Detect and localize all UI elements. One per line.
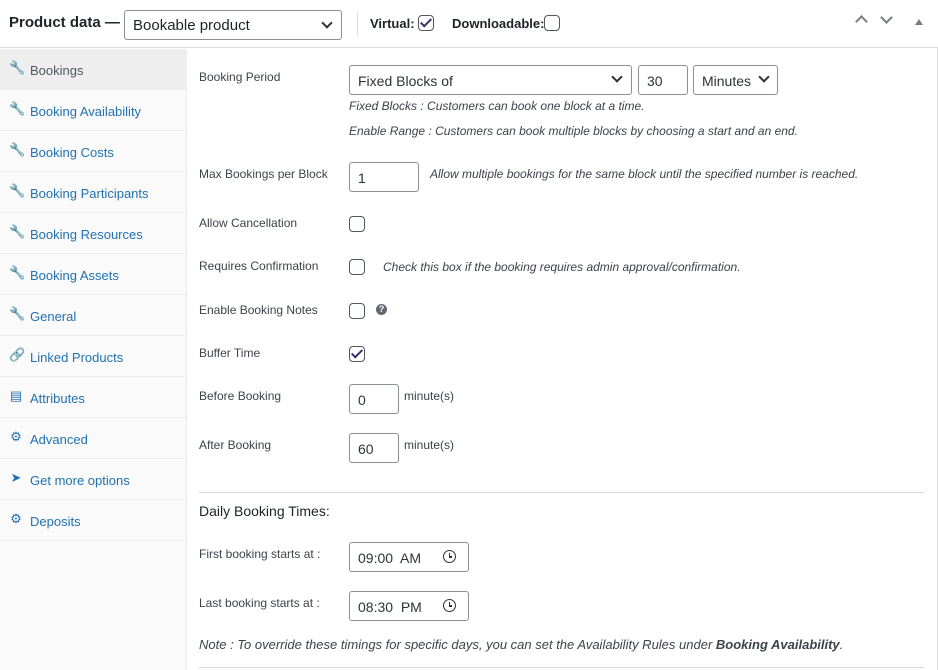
note-emphasis: Booking Availability bbox=[715, 637, 840, 652]
downloadable-checkbox[interactable] bbox=[544, 15, 560, 31]
max-bookings-description: Allow multiple bookings for the same blo… bbox=[430, 167, 859, 181]
booking-period-type-value: Fixed Blocks of bbox=[358, 73, 453, 89]
tab-general[interactable]: 🔧 General bbox=[0, 295, 186, 336]
gear-icon: ⚙ bbox=[10, 511, 22, 526]
booking-period-label: Booking Period bbox=[199, 70, 281, 84]
booking-period-description-range: Enable Range : Customers can book multip… bbox=[349, 124, 798, 138]
allow-cancellation-label: Allow Cancellation bbox=[199, 216, 298, 230]
chevron-down-icon bbox=[611, 71, 623, 83]
wrench-icon: 🔧 bbox=[9, 306, 26, 321]
tab-booking-costs[interactable]: 🔧 Booking Costs bbox=[0, 131, 186, 172]
requires-confirmation-label: Requires Confirmation bbox=[199, 259, 319, 273]
tab-label: General bbox=[30, 309, 77, 324]
tab-label: Booking Participants bbox=[30, 186, 149, 201]
enable-booking-notes-checkbox[interactable] bbox=[349, 303, 365, 319]
last-booking-label: Last booking starts at : bbox=[199, 596, 320, 610]
gear-icon: ⚙ bbox=[10, 429, 22, 444]
before-booking-unit: minute(s) bbox=[404, 389, 455, 403]
first-booking-label: First booking starts at : bbox=[199, 547, 321, 561]
tab-label: Booking Resources bbox=[30, 227, 143, 242]
clock-icon[interactable] bbox=[443, 550, 456, 563]
before-booking-label: Before Booking bbox=[199, 389, 282, 403]
product-type-value: Bookable product bbox=[133, 17, 250, 34]
tab-booking-resources[interactable]: 🔧 Booking Resources bbox=[0, 213, 186, 254]
after-booking-input[interactable]: 60 bbox=[349, 433, 399, 463]
wrench-icon: 🔧 bbox=[9, 60, 26, 75]
help-icon[interactable]: ? bbox=[376, 304, 387, 315]
move-up-icon[interactable] bbox=[855, 15, 868, 28]
move-down-icon[interactable] bbox=[880, 11, 893, 24]
first-booking-time-value: 09:00 AM bbox=[358, 550, 422, 566]
tab-label: Deposits bbox=[30, 514, 81, 529]
clock-icon[interactable] bbox=[443, 599, 456, 612]
first-booking-time-input[interactable]: 09:00 AM bbox=[349, 542, 469, 572]
note-suffix: . bbox=[839, 637, 844, 652]
list-icon: ▤ bbox=[9, 388, 23, 403]
allow-cancellation-checkbox[interactable] bbox=[349, 216, 365, 232]
tab-label: Booking Availability bbox=[30, 104, 142, 119]
tab-label: Attributes bbox=[30, 391, 85, 406]
max-bookings-label: Max Bookings per Block bbox=[199, 167, 328, 181]
booking-period-type-select[interactable]: Fixed Blocks of bbox=[349, 65, 632, 95]
chevron-down-icon bbox=[321, 17, 333, 29]
booking-period-description-fixed: Fixed Blocks : Customers can book one bl… bbox=[349, 99, 645, 113]
wrench-icon: 🔧 bbox=[9, 265, 26, 280]
product-data-title: Product data — bbox=[9, 14, 120, 31]
link-icon: 🔗 bbox=[9, 347, 26, 362]
tab-linked-products[interactable]: 🔗 Linked Products bbox=[0, 336, 186, 377]
toggle-panel-icon[interactable] bbox=[915, 19, 923, 25]
tab-label: Get more options bbox=[30, 473, 130, 488]
last-booking-time-input[interactable]: 08:30 PM bbox=[349, 591, 469, 621]
wrench-icon: 🔧 bbox=[9, 101, 26, 116]
requires-confirmation-description: Check this box if the booking requires a… bbox=[383, 260, 741, 274]
tab-label: Booking Costs bbox=[30, 145, 114, 160]
last-booking-time-value: 08:30 PM bbox=[358, 599, 422, 615]
availability-note: Note : To override these timings for spe… bbox=[199, 637, 843, 652]
product-data-header: Product data — Bookable product Virtual:… bbox=[0, 0, 938, 48]
tab-advanced[interactable]: ⚙ Advanced bbox=[0, 418, 186, 459]
section-divider bbox=[199, 492, 925, 493]
tab-label: Linked Products bbox=[30, 350, 124, 365]
after-booking-label: After Booking bbox=[199, 438, 272, 452]
wrench-icon: 🔧 bbox=[9, 183, 26, 198]
max-bookings-input[interactable]: 1 bbox=[349, 162, 419, 192]
tab-get-more-options[interactable]: ➤ Get more options bbox=[0, 459, 186, 500]
downloadable-label: Downloadable: bbox=[452, 16, 545, 31]
product-data-panel: Product data — Bookable product Virtual:… bbox=[0, 0, 938, 670]
booking-period-unit-select[interactable]: Minutes bbox=[693, 65, 778, 95]
buffer-time-checkbox[interactable] bbox=[349, 346, 365, 362]
plugin-icon: ➤ bbox=[10, 470, 22, 485]
wrench-icon: 🔧 bbox=[9, 142, 26, 157]
chevron-down-icon bbox=[758, 71, 770, 83]
tab-attributes[interactable]: ▤ Attributes bbox=[0, 377, 186, 418]
tab-label: Bookings bbox=[30, 63, 84, 78]
product-type-select[interactable]: Bookable product bbox=[124, 10, 342, 40]
tab-booking-availability[interactable]: 🔧 Booking Availability bbox=[0, 90, 186, 131]
wrench-icon: 🔧 bbox=[9, 224, 26, 239]
note-text: Note : To override these timings for spe… bbox=[199, 637, 716, 652]
after-booking-unit: minute(s) bbox=[404, 438, 455, 452]
tab-deposits[interactable]: ⚙ Deposits bbox=[0, 500, 186, 541]
header-separator bbox=[357, 11, 358, 37]
virtual-checkbox[interactable] bbox=[418, 15, 434, 31]
buffer-time-label: Buffer Time bbox=[199, 346, 261, 360]
tab-label: Booking Assets bbox=[30, 268, 119, 283]
tab-bookings[interactable]: 🔧 Bookings bbox=[0, 49, 186, 90]
before-booking-input[interactable]: 0 bbox=[349, 384, 399, 414]
virtual-label: Virtual: bbox=[370, 16, 415, 31]
enable-booking-notes-label: Enable Booking Notes bbox=[199, 303, 318, 317]
product-data-tabs: 🔧 Bookings 🔧 Booking Availability 🔧 Book… bbox=[0, 49, 187, 670]
bookings-panel: Booking Period Fixed Blocks of 30 Minute… bbox=[188, 49, 938, 670]
requires-confirmation-checkbox[interactable] bbox=[349, 259, 365, 275]
section-divider bbox=[199, 667, 925, 668]
tab-booking-assets[interactable]: 🔧 Booking Assets bbox=[0, 254, 186, 295]
daily-booking-times-title: Daily Booking Times: bbox=[199, 503, 330, 519]
booking-period-unit-value: Minutes bbox=[702, 73, 752, 89]
tab-label: Advanced bbox=[30, 432, 88, 447]
booking-period-value-input[interactable]: 30 bbox=[638, 65, 688, 95]
tab-booking-participants[interactable]: 🔧 Booking Participants bbox=[0, 172, 186, 213]
